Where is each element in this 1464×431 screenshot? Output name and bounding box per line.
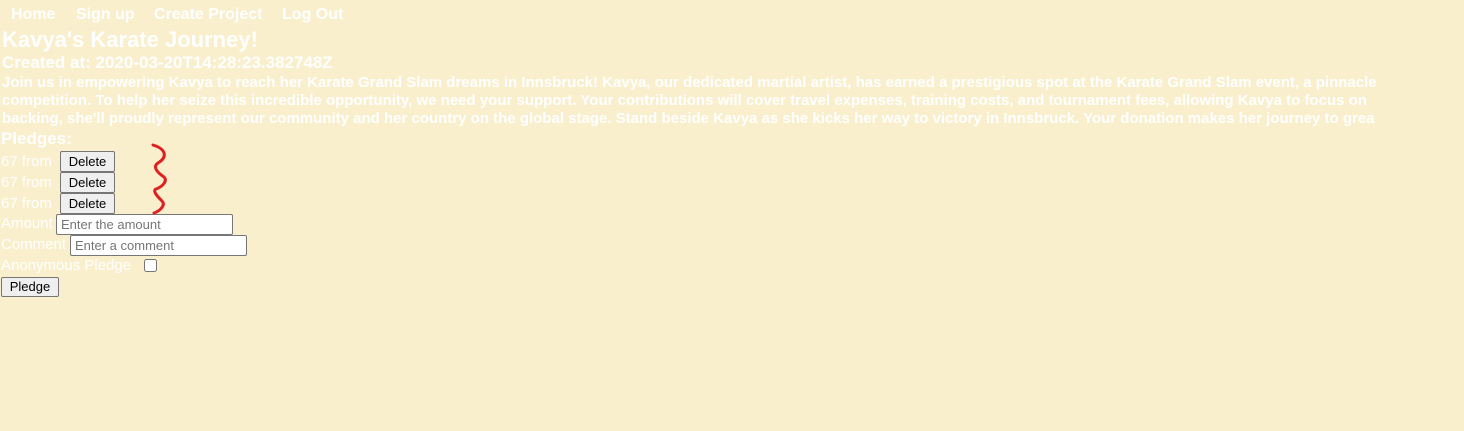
pledge-item-text: 67 from bbox=[1, 174, 52, 191]
comment-input[interactable] bbox=[70, 235, 247, 256]
amount-input[interactable] bbox=[56, 214, 233, 235]
pledge-item: 67 from Delete bbox=[1, 172, 115, 193]
pledge-submit-button[interactable]: Pledge bbox=[1, 277, 59, 297]
pledge-item: 67 from Delete bbox=[1, 193, 115, 214]
nav-signup-link[interactable]: Sign up bbox=[76, 5, 135, 25]
pledge-item: 67 from Delete bbox=[1, 151, 115, 172]
anonymous-pledge-checkbox[interactable] bbox=[144, 259, 157, 272]
nav-home-link[interactable]: Home bbox=[11, 5, 55, 25]
pledge-item-text: 67 from bbox=[1, 153, 52, 170]
delete-pledge-button[interactable]: Delete bbox=[60, 172, 115, 193]
project-description-line: competition. To help her seize this incr… bbox=[2, 92, 1367, 109]
project-description: Join us in empowering Kavya to reach her… bbox=[2, 74, 1464, 128]
pledge-item-text: 67 from bbox=[1, 195, 52, 212]
project-description-line: Join us in empowering Kavya to reach her… bbox=[2, 74, 1377, 91]
pledges-heading: Pledges: bbox=[1, 129, 72, 148]
anonymous-pledge-label: Anonymous Pledge bbox=[1, 257, 132, 274]
red-squiggle-annotation-icon bbox=[151, 143, 167, 215]
delete-pledge-button[interactable]: Delete bbox=[60, 151, 115, 172]
project-created-date: Created at: 2020-03-20T14:28:23.382748Z bbox=[2, 53, 333, 72]
delete-pledge-button[interactable]: Delete bbox=[60, 193, 115, 214]
nav-logout-link[interactable]: Log Out bbox=[282, 5, 343, 25]
project-description-line: backing, she'll proudly represent our co… bbox=[2, 110, 1375, 127]
comment-label: Comment bbox=[1, 236, 67, 253]
project-title: Kavya's Karate Journey! bbox=[2, 27, 258, 52]
nav-create-project-link[interactable]: Create Project bbox=[154, 5, 263, 25]
amount-label: Amount bbox=[1, 215, 53, 232]
